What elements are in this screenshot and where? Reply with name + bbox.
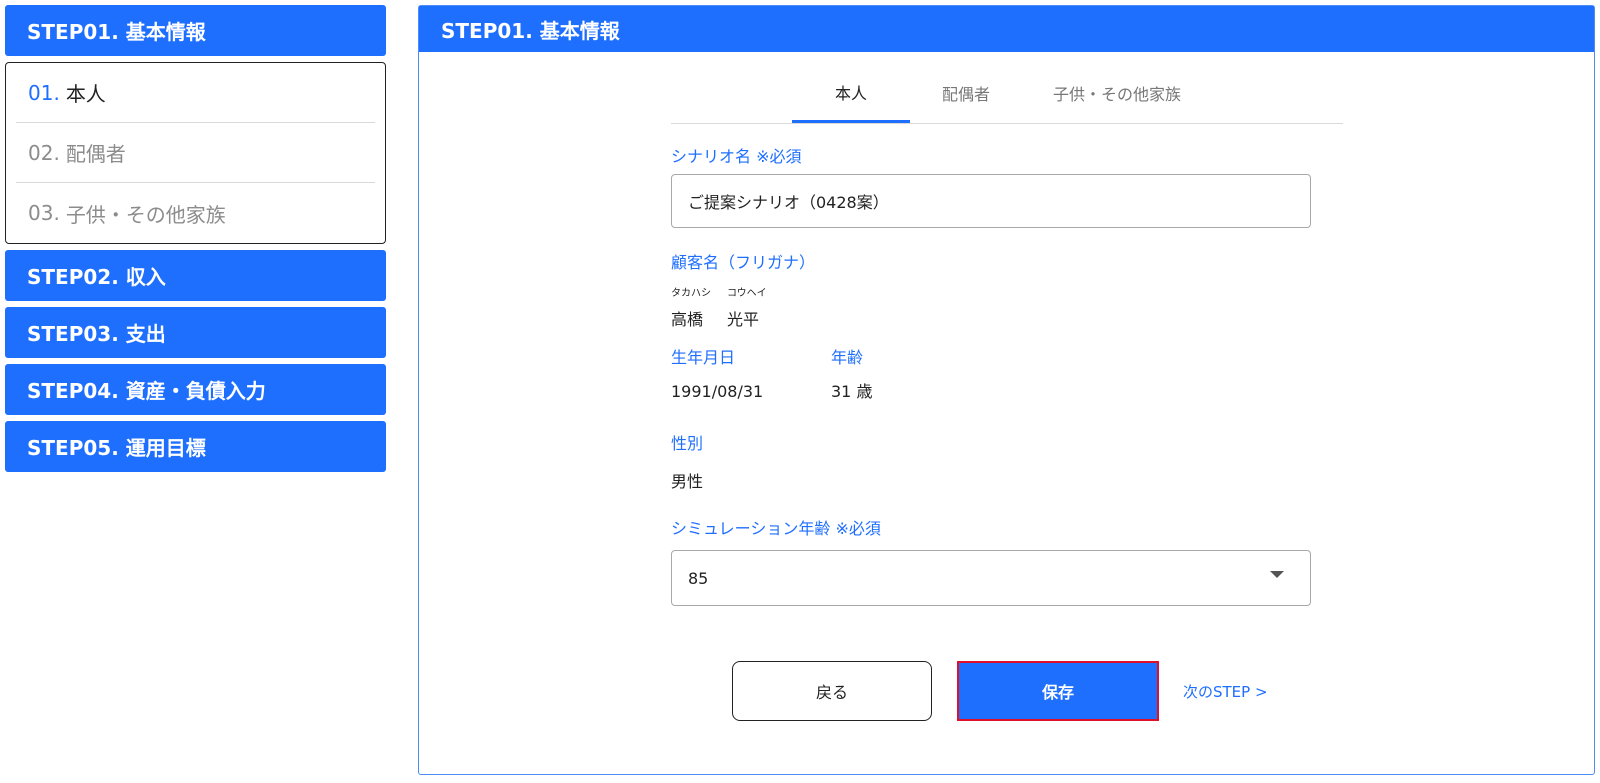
subnav-item-number: 01.	[28, 80, 60, 105]
customer-name-label: 顧客名（フリガナ）	[671, 253, 816, 272]
furigana-last-name: タカハシ	[671, 288, 711, 299]
chevron-down-icon	[1270, 571, 1284, 578]
step05-button[interactable]: STEP05. 運用目標	[5, 421, 386, 472]
subnav-item-label: 子供・その他家族	[65, 202, 226, 227]
subnav-item-number: 02.	[28, 140, 60, 165]
simulation-age-select[interactable]: 85	[671, 550, 1311, 606]
step-sidebar: STEP01. 基本情報 01. 本人 02. 配偶者 03. 子供・その他家族…	[5, 5, 386, 478]
scenario-name-label: シナリオ名 ※必須	[671, 147, 802, 166]
simulation-age-value: 85	[688, 568, 709, 588]
tab-children[interactable]: 子供・その他家族	[1037, 63, 1197, 123]
gender-label: 性別	[671, 434, 704, 453]
age-label: 年齢	[831, 348, 864, 367]
simulation-age-label: シミュレーション年齢 ※必須	[671, 519, 881, 538]
main-panel: STEP01. 基本情報 本人 配偶者 子供・その他家族 シナリオ名 ※必須 ご…	[418, 5, 1595, 775]
subnav-item-label: 配偶者	[65, 142, 126, 166]
gender-value: 男性	[671, 472, 704, 491]
furigana-first-name: コウヘイ	[727, 288, 767, 299]
tab-self[interactable]: 本人	[792, 63, 910, 123]
step01-subnav: 01. 本人 02. 配偶者 03. 子供・その他家族	[5, 62, 386, 244]
person-tabs: 本人 配偶者 子供・その他家族	[671, 63, 1343, 124]
age-value: 31 歳	[831, 382, 873, 401]
tab-spouse[interactable]: 配偶者	[921, 63, 1011, 123]
step03-button[interactable]: STEP03. 支出	[5, 307, 386, 358]
back-button[interactable]: 戻る	[732, 661, 932, 721]
step04-button[interactable]: STEP04. 資産・負債入力	[5, 364, 386, 415]
panel-title: STEP01. 基本情報	[419, 6, 1594, 52]
birthdate-value: 1991/08/31	[671, 382, 764, 401]
save-button[interactable]: 保存	[957, 661, 1159, 721]
step02-button[interactable]: STEP02. 収入	[5, 250, 386, 301]
subnav-item-self[interactable]: 01. 本人	[16, 63, 375, 123]
step01-button[interactable]: STEP01. 基本情報	[5, 5, 386, 56]
birthdate-label: 生年月日	[671, 348, 736, 367]
scenario-name-input[interactable]: ご提案シナリオ（0428案）	[671, 174, 1311, 228]
subnav-item-number: 03.	[28, 201, 60, 225]
next-step-link[interactable]: 次のSTEP >	[1183, 681, 1268, 702]
subnav-item-label: 本人	[65, 82, 106, 106]
customer-first-name: 光平	[727, 310, 760, 329]
subnav-item-children[interactable]: 03. 子供・その他家族	[16, 183, 375, 243]
customer-last-name: 高橋	[671, 310, 704, 329]
subnav-item-spouse[interactable]: 02. 配偶者	[16, 123, 375, 183]
